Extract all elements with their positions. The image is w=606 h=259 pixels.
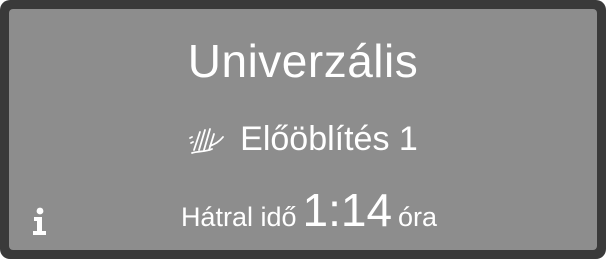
display-screen: Univerzális Előöblítés 1 Hátral idő 1:14 bbox=[9, 9, 597, 250]
program-phase: Előöblítés 1 bbox=[9, 119, 597, 159]
remaining-time-value: 1:14 bbox=[302, 184, 393, 236]
info-icon[interactable] bbox=[29, 206, 51, 236]
remaining-time-label: Hátral idő bbox=[180, 202, 297, 232]
prewash-icon bbox=[188, 122, 228, 156]
program-name: Univerzális bbox=[187, 35, 419, 87]
phase-label: Előöblítés 1 bbox=[240, 120, 418, 158]
display-bezel: Univerzális Előöblítés 1 Hátral idő 1:14 bbox=[0, 0, 606, 259]
remaining-time-unit: óra bbox=[398, 202, 438, 232]
remaining-time: Hátral idő 1:14 óra bbox=[9, 185, 597, 235]
